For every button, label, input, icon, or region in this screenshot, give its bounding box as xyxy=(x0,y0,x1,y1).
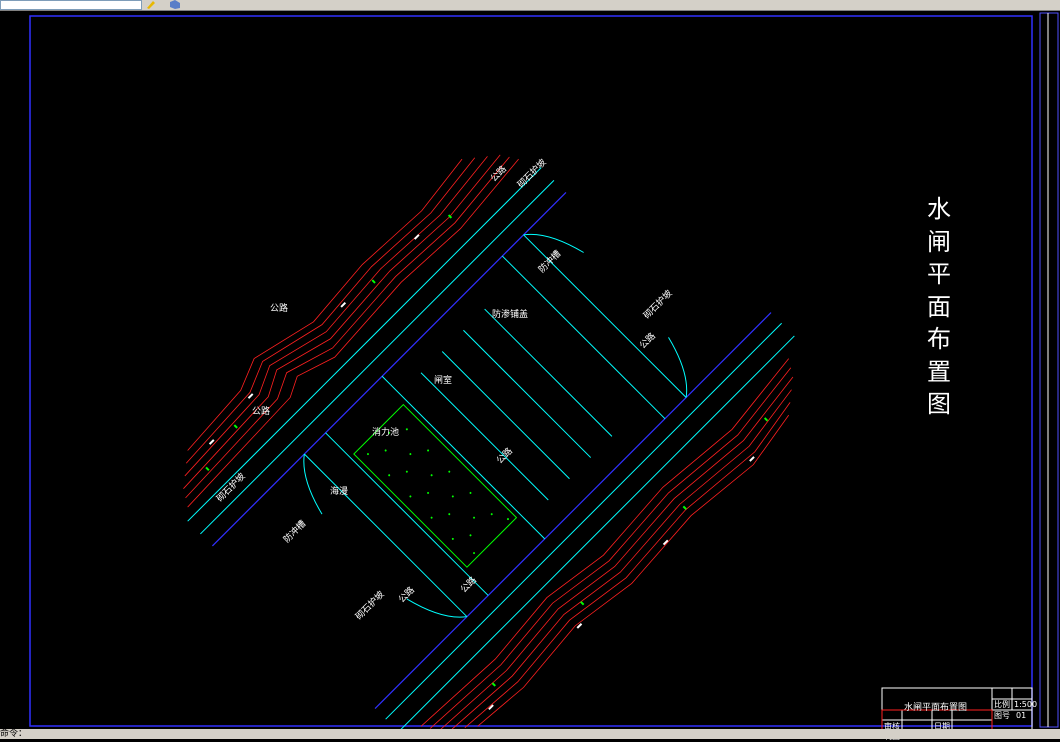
sheet-value: 01 xyxy=(1016,711,1027,720)
sheet-label: 图号 xyxy=(994,711,1010,720)
cad-drawing xyxy=(29,12,1059,729)
drawing-canvas[interactable]: 水闸平面布置图 公路 砌石护坡 公路 公路 防冲槽 防渗铺盖 砌石护坡 公路 闸… xyxy=(0,11,1060,741)
toolbar xyxy=(0,0,1060,11)
scale-label: 比例 xyxy=(994,700,1010,709)
cube-icon[interactable] xyxy=(170,0,180,9)
command-prompt: 命令： xyxy=(0,729,28,739)
layer-dropdown[interactable] xyxy=(0,0,142,10)
title-block-name: 水闸平面布置图 xyxy=(904,703,968,713)
frame-edge xyxy=(1039,12,1059,728)
label-anti-scour-blanket: 防渗铺盖 xyxy=(492,310,529,320)
scale-value: 1:500 xyxy=(1014,700,1038,709)
label-road-left-lower: 公路 xyxy=(252,407,271,417)
drawing-title-vertical: 水闸平面布置图 xyxy=(927,195,951,418)
label-road-left: 公路 xyxy=(270,304,289,314)
label-stilling-basin: 消力池 xyxy=(372,428,400,438)
drawing-frame xyxy=(29,15,1033,727)
label-apron: 海漫 xyxy=(330,487,349,497)
command-line[interactable]: 命令： xyxy=(0,729,1060,739)
label-gate-room: 闸室 xyxy=(434,376,453,386)
pencil-icon[interactable] xyxy=(146,0,156,9)
